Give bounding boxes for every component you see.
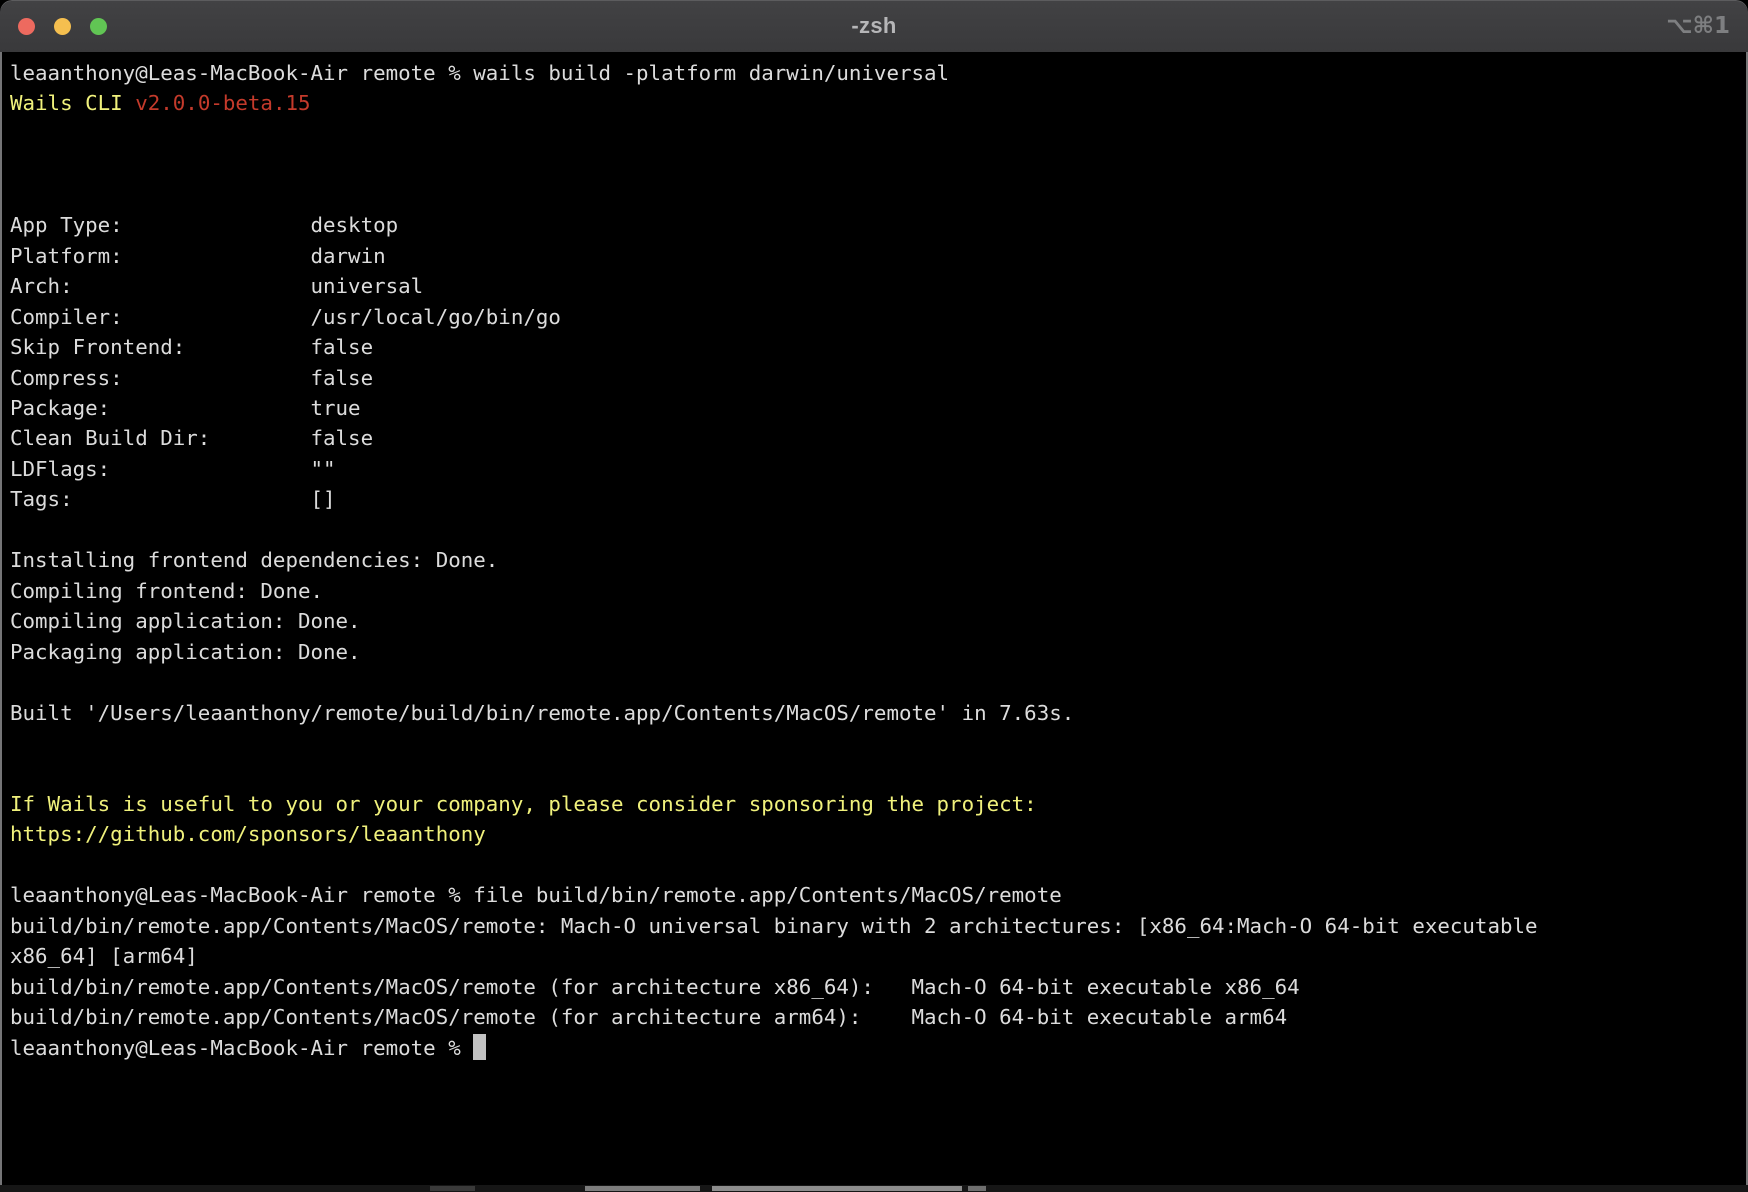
terminal-line: LDFlags: "" [10, 454, 1746, 484]
terminal-line [10, 850, 1746, 880]
terminal-line [10, 119, 1746, 149]
zoom-button[interactable] [90, 18, 107, 35]
terminal-line: Compress: false [10, 363, 1746, 393]
terminal-line [10, 667, 1746, 697]
terminal-text-segment: LDFlags: "" [10, 457, 336, 481]
terminal-text-segment: App Type: desktop [10, 213, 398, 237]
terminal-cursor [473, 1034, 486, 1060]
terminal-line: build/bin/remote.app/Contents/MacOS/remo… [10, 972, 1746, 1002]
background-window-fragment [585, 1186, 700, 1191]
terminal-line [10, 515, 1746, 545]
terminal-text-segment: leaanthony@Leas-MacBook-Air remote % wai… [10, 61, 949, 85]
window-title: -zsh [851, 13, 896, 39]
terminal-line: Platform: darwin [10, 241, 1746, 271]
background-window-edge [0, 1185, 1748, 1192]
terminal-line: build/bin/remote.app/Contents/MacOS/remo… [10, 1002, 1746, 1032]
terminal-line: Arch: universal [10, 271, 1746, 301]
terminal-line: Package: true [10, 393, 1746, 423]
terminal-line: https://github.com/sponsors/leaanthony [10, 819, 1746, 849]
terminal-line: leaanthony@Leas-MacBook-Air remote % wai… [10, 58, 1746, 88]
terminal-text-segment: Skip Frontend: false [10, 335, 373, 359]
terminal-line: x86_64] [arm64] [10, 941, 1746, 971]
terminal-text-segment: leaanthony@Leas-MacBook-Air remote % fil… [10, 883, 1062, 907]
terminal-line: leaanthony@Leas-MacBook-Air remote % [10, 1033, 1746, 1063]
terminal-line [10, 149, 1746, 179]
terminal-text-segment: https://github.com/sponsors/leaanthony [10, 822, 486, 846]
terminal-text-segment: build/bin/remote.app/Contents/MacOS/remo… [10, 1005, 1287, 1029]
terminal-text-segment: leaanthony@Leas-MacBook-Air remote % [10, 1036, 473, 1060]
traffic-light-buttons [18, 0, 107, 52]
terminal-text-segment: Packaging application: Done. [10, 640, 361, 664]
terminal-text-segment: Clean Build Dir: false [10, 426, 373, 450]
terminal-text-segment: Platform: darwin [10, 244, 386, 268]
terminal-line: Compiler: /usr/local/go/bin/go [10, 302, 1746, 332]
terminal-line: Installing frontend dependencies: Done. [10, 545, 1746, 575]
terminal-line: build/bin/remote.app/Contents/MacOS/remo… [10, 911, 1746, 941]
terminal-line: If Wails is useful to you or your compan… [10, 789, 1746, 819]
terminal-line [10, 758, 1746, 788]
terminal-text-segment: Compiler: /usr/local/go/bin/go [10, 305, 561, 329]
terminal-text-segment: If Wails is useful to you or your compan… [10, 792, 1037, 816]
terminal-line: Compiling application: Done. [10, 606, 1746, 636]
terminal-text-segment: Arch: universal [10, 274, 423, 298]
window-titlebar[interactable]: -zsh ⌥⌘1 [0, 0, 1748, 52]
terminal-text-segment: Compiling application: Done. [10, 609, 361, 633]
terminal-window: -zsh ⌥⌘1 leaanthony@Leas-MacBook-Air rem… [0, 0, 1748, 1192]
terminal-line: Clean Build Dir: false [10, 423, 1746, 453]
terminal-output[interactable]: leaanthony@Leas-MacBook-Air remote % wai… [0, 52, 1748, 1185]
terminal-text-segment: Built '/Users/leaanthony/remote/build/bi… [10, 701, 1074, 725]
terminal-line: Built '/Users/leaanthony/remote/build/bi… [10, 698, 1746, 728]
terminal-text-segment: Package: true [10, 396, 361, 420]
background-window-fragment [968, 1186, 986, 1191]
terminal-text-segment: Installing frontend dependencies: Done. [10, 548, 498, 572]
terminal-text-segment: Compress: false [10, 366, 373, 390]
terminal-text-segment: build/bin/remote.app/Contents/MacOS/remo… [10, 914, 1538, 938]
terminal-line: Tags: [] [10, 484, 1746, 514]
terminal-line: leaanthony@Leas-MacBook-Air remote % fil… [10, 880, 1746, 910]
terminal-line: Compiling frontend: Done. [10, 576, 1746, 606]
terminal-line: Wails CLI v2.0.0-beta.15 [10, 88, 1746, 118]
background-window-fragment [430, 1186, 475, 1191]
terminal-line: Packaging application: Done. [10, 637, 1746, 667]
background-window-fragment [712, 1186, 962, 1191]
terminal-text-segment: build/bin/remote.app/Contents/MacOS/remo… [10, 975, 1300, 999]
terminal-line: Skip Frontend: false [10, 332, 1746, 362]
terminal-line [10, 180, 1746, 210]
terminal-text-segment: v2.0.0-beta.15 [135, 91, 310, 115]
minimize-button[interactable] [54, 18, 71, 35]
close-button[interactable] [18, 18, 35, 35]
window-shortcut-badge: ⌥⌘1 [1666, 0, 1730, 52]
terminal-text-segment: Wails CLI [10, 91, 135, 115]
terminal-line [10, 728, 1746, 758]
terminal-line: App Type: desktop [10, 210, 1746, 240]
terminal-text-segment: x86_64] [arm64] [10, 944, 198, 968]
terminal-text-segment: Compiling frontend: Done. [10, 579, 323, 603]
terminal-text-segment: Tags: [] [10, 487, 336, 511]
